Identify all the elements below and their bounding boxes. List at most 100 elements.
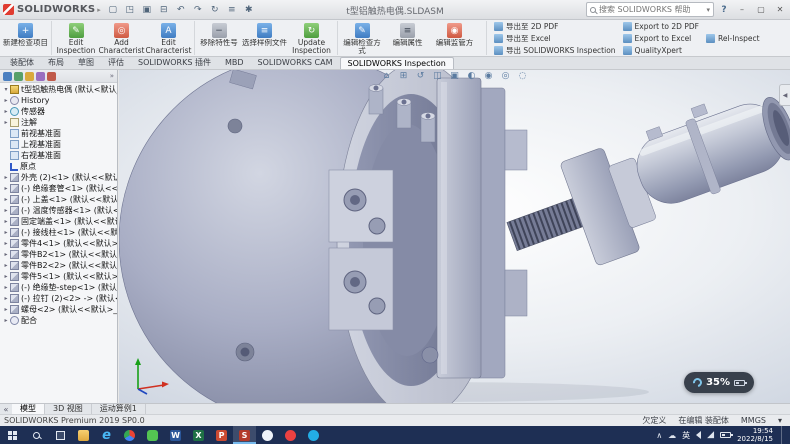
solidworks-icon[interactable]: S — [233, 426, 256, 444]
word-icon[interactable]: W — [164, 426, 187, 444]
hidden-icons-chevron-icon[interactable]: ∧ — [656, 431, 662, 440]
tree-item[interactable]: ▾ t型铝触热电偶 (默认<默认_显示状态-1 — [0, 84, 117, 95]
tree-item[interactable]: ▸ 固定端盖<1> (默认<<默认>_显示 — [0, 216, 117, 227]
hide-show-icon[interactable]: ◉ — [482, 71, 495, 81]
show-desktop-button[interactable] — [781, 426, 786, 444]
motion-study-tab[interactable]: 运动算例1 — [92, 404, 146, 415]
search-scope-caret-icon[interactable]: ▾ — [706, 6, 710, 14]
expand-arrow-icon[interactable]: ▸ — [2, 262, 10, 269]
expand-arrow-icon[interactable]: ▸ — [2, 273, 10, 280]
tree-item[interactable]: ▸ 螺母<2> (默认<<默认>_显示状 — [0, 304, 117, 315]
cad-model-3d-view[interactable] — [119, 70, 790, 403]
zoom-area-icon[interactable]: ⊞ — [397, 71, 410, 81]
maximize-button[interactable]: ▢ — [753, 2, 769, 17]
tree-item[interactable]: ▸ (-) 上盖<1> (默认<<默认>_显示状 — [0, 194, 117, 205]
edge-icon[interactable]: e — [95, 426, 118, 444]
taskbar-search-button[interactable] — [24, 426, 48, 444]
collapse-tabs-arrow-icon[interactable]: « — [0, 405, 12, 414]
appearance-icon[interactable]: ◎ — [499, 71, 512, 81]
music-icon[interactable] — [279, 426, 302, 444]
expand-arrow-icon[interactable]: ▸ — [2, 317, 10, 324]
expand-arrow-icon[interactable]: ▸ — [2, 295, 10, 302]
expand-arrow-icon[interactable]: ▸ — [2, 196, 10, 203]
expand-arrow-icon[interactable]: ▸ — [2, 207, 10, 214]
displaymanager-tab-icon[interactable] — [47, 72, 56, 81]
task-view-button[interactable] — [48, 426, 72, 444]
select-sample-file-button[interactable]: ≡ 选择样例文件 — [241, 21, 288, 55]
expand-arrow-icon[interactable]: ▸ — [2, 251, 10, 258]
tab-solidworks-inspection[interactable]: SOLIDWORKS Inspection — [340, 57, 454, 69]
add-characteristic-button[interactable]: ◎ Add Characteristic — [98, 21, 145, 55]
tree-item[interactable]: ▸ 零件5<1> (默认<<默认>_显示状 — [0, 271, 117, 282]
propertymanager-tab-icon[interactable] — [14, 72, 23, 81]
edit-inspection-method-button[interactable]: ✎ 编辑检查方式 — [337, 21, 384, 55]
task-pane-collapse-arrow-icon[interactable]: ◀ — [779, 84, 790, 106]
excel-icon[interactable]: X — [187, 426, 210, 444]
options-icon[interactable]: ✱ — [241, 2, 257, 17]
open-file-icon[interactable]: ◳ — [122, 2, 138, 17]
expand-arrow-icon[interactable]: ▸ — [2, 284, 10, 291]
help-search-box[interactable]: ▾ — [586, 2, 714, 17]
tree-item[interactable]: 上视基准面 — [0, 139, 117, 150]
update-inspection-button[interactable]: ↻ Update Inspection — [288, 21, 335, 55]
network-icon[interactable]: ◢ — [707, 431, 714, 440]
model-tab[interactable]: 模型 — [12, 404, 45, 415]
tree-item[interactable]: 前视基准面 — [0, 128, 117, 139]
expand-arrow-icon[interactable]: ▸ — [2, 174, 10, 181]
print-icon[interactable]: ⊟ — [156, 2, 172, 17]
display-style-icon[interactable]: ◐ — [465, 71, 478, 81]
edit-properties-button[interactable]: ≡ 编辑属性 — [384, 21, 431, 55]
tab-layout[interactable]: 布局 — [41, 57, 71, 69]
tab-sketch[interactable]: 草图 — [71, 57, 101, 69]
qq-icon[interactable] — [256, 426, 279, 444]
edit-supervisor-button[interactable]: ◉ 编辑监管方 — [431, 21, 478, 55]
expand-arrow-icon[interactable]: ▸ — [2, 119, 10, 126]
zoom-fit-icon[interactable]: ⌂ — [380, 71, 393, 81]
video-icon[interactable] — [302, 426, 325, 444]
export-to-2d-pdf-button[interactable]: 导出至 2D PDF — [494, 21, 616, 32]
volume-icon[interactable] — [696, 431, 701, 439]
qualityxpert-button[interactable]: QualityXpert — [623, 45, 699, 56]
new-inspection-project-button[interactable]: + 新建检查项目 — [2, 21, 49, 55]
tree-item[interactable]: 原点 — [0, 161, 117, 172]
expand-arrow-icon[interactable]: ▸ — [2, 218, 10, 225]
section-view-icon[interactable]: ◫ — [431, 71, 444, 81]
close-button[interactable]: ✕ — [772, 2, 788, 17]
tree-item[interactable]: ▸ 配合 — [0, 315, 117, 326]
tab-mbd[interactable]: MBD — [218, 57, 251, 69]
expand-arrow-icon[interactable]: ▸ — [2, 240, 10, 247]
export-solidworks-inspection-button[interactable]: 导出 SOLIDWORKS Inspection — [494, 45, 616, 56]
search-input[interactable] — [599, 5, 703, 14]
undo-icon[interactable]: ↶ — [173, 2, 189, 17]
chrome-icon[interactable] — [118, 426, 141, 444]
tree-item[interactable]: ▸ 注解 — [0, 117, 117, 128]
rebuild-icon[interactable]: ↻ — [207, 2, 223, 17]
configurationmanager-tab-icon[interactable] — [25, 72, 34, 81]
export-excel-button[interactable]: Export to Excel — [623, 33, 699, 44]
3d-views-tab[interactable]: 3D 视图 — [45, 404, 92, 415]
battery-tray-icon[interactable] — [720, 432, 731, 438]
save-icon[interactable]: ▣ — [139, 2, 155, 17]
tree-item[interactable]: ▸ (-) 接线柱<1> (默认<<默认>_显 — [0, 227, 117, 238]
tree-item[interactable]: ▸ 零件4<1> (默认<<默认>_显示状态 — [0, 238, 117, 249]
expand-arrow-icon[interactable]: ▸ — [2, 108, 10, 115]
tab-solidworks-addins[interactable]: SOLIDWORKS 插件 — [131, 57, 218, 69]
file-properties-icon[interactable]: ≡ — [224, 2, 240, 17]
tab-evaluate[interactable]: 评估 — [101, 57, 131, 69]
dimxpertmanager-tab-icon[interactable] — [36, 72, 45, 81]
remove-characteristic-button[interactable]: − 移除特性号 — [194, 21, 241, 55]
rel-inspect-button[interactable]: Rel-Inspect — [706, 33, 760, 44]
edit-inspection-button[interactable]: ✎ Edit Inspection — [51, 21, 98, 55]
start-button[interactable] — [0, 426, 24, 444]
new-file-icon[interactable]: ▢ — [105, 2, 121, 17]
tree-item[interactable]: ▸ 零件B2<1> (默认<<默认>_显示 — [0, 249, 117, 260]
export-2d-pdf-button[interactable]: Export to 2D PDF — [623, 21, 699, 32]
tab-solidworks-cam[interactable]: SOLIDWORKS CAM — [251, 57, 340, 69]
tree-item[interactable]: ▸ 零件B2<2> (默认<<默认>_显示 — [0, 260, 117, 271]
tree-item[interactable]: ▸ (-) 绝缘垫-step<1> (默认<<默 — [0, 282, 117, 293]
file-explorer-icon[interactable] — [72, 426, 95, 444]
tree-item[interactable]: ▸ (-) 温度传感器<1> (默认<<默认> — [0, 205, 117, 216]
help-button[interactable]: ? — [717, 5, 731, 15]
tree-item[interactable]: 右视基准面 — [0, 150, 117, 161]
cloud-drive-icon[interactable]: ☁ — [668, 431, 676, 440]
